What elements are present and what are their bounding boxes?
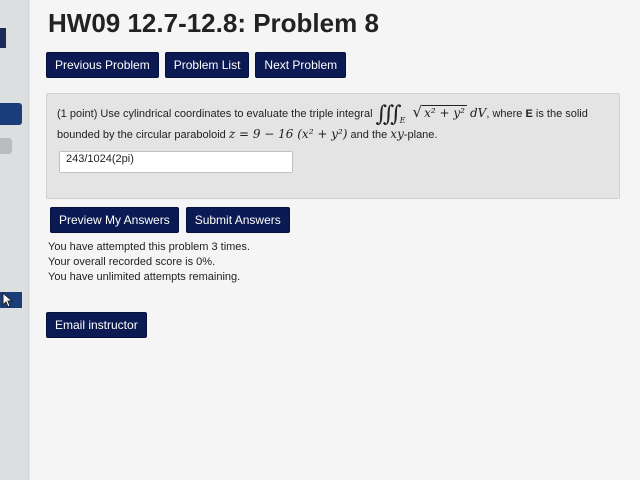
remaining-text: You have unlimited attempts remaining. [48, 271, 241, 283]
sidebar-tab[interactable] [0, 138, 12, 154]
email-instructor-button[interactable]: Email instructor [46, 312, 147, 338]
sidebar-link[interactable] [0, 292, 22, 308]
region-subscript: E [399, 116, 406, 125]
attempts-text: You have attempted this problem 3 times. [48, 241, 250, 253]
region-bold: E [525, 108, 533, 120]
solid-text: is the solid [535, 108, 588, 120]
page-title: HW09 12.7-12.8: Problem 8 [48, 8, 379, 38]
where-text: , where [486, 108, 523, 120]
line2-and: and the [350, 129, 388, 141]
answer-actions: Preview My Answers Submit Answers [50, 207, 290, 233]
triple-integral-sign: ∭ [375, 102, 402, 127]
attempt-status: You have attempted this problem 3 times.… [48, 240, 250, 285]
problem-nav: Previous Problem Problem List Next Probl… [46, 52, 347, 78]
problem-statement-line1: (1 point) Use cylindrical coordinates to… [57, 102, 588, 127]
sidebar-active-tab[interactable] [0, 103, 22, 125]
problem-box: (1 point) Use cylindrical coordinates to… [46, 93, 620, 199]
next-problem-button[interactable]: Next Problem [255, 52, 347, 78]
problem-points: (1 point) [57, 108, 98, 120]
sidebar-top-block [0, 28, 6, 48]
sidebar [0, 0, 29, 480]
radical-sign: √ [412, 103, 423, 121]
differential: dV [469, 106, 487, 120]
square-root: √ x² + y² [413, 103, 467, 121]
paraboloid-equation: z = 9 − 16 (x² + y²) [228, 127, 348, 141]
score-text: Your overall recorded score is 0%. [48, 256, 216, 268]
answer-input[interactable]: 243/1024(2pi) [59, 151, 293, 173]
mouse-pointer-icon [2, 292, 14, 308]
problem-intro: Use cylindrical coordinates to evaluate … [100, 108, 373, 120]
submit-answers-button[interactable]: Submit Answers [185, 207, 290, 233]
main-content: HW09 12.7-12.8: Problem 8 Previous Probl… [30, 0, 640, 480]
problem-list-button[interactable]: Problem List [164, 52, 250, 78]
preview-answers-button[interactable]: Preview My Answers [50, 207, 179, 233]
plane-variable: xy [390, 127, 404, 141]
radicand: x² + y² [422, 105, 467, 120]
problem-statement-line2: bounded by the circular paraboloid z = 9… [57, 127, 437, 141]
line2-suffix: -plane. [403, 129, 438, 141]
previous-problem-button[interactable]: Previous Problem [46, 52, 159, 78]
line2-prefix: bounded by the circular paraboloid [57, 129, 226, 141]
